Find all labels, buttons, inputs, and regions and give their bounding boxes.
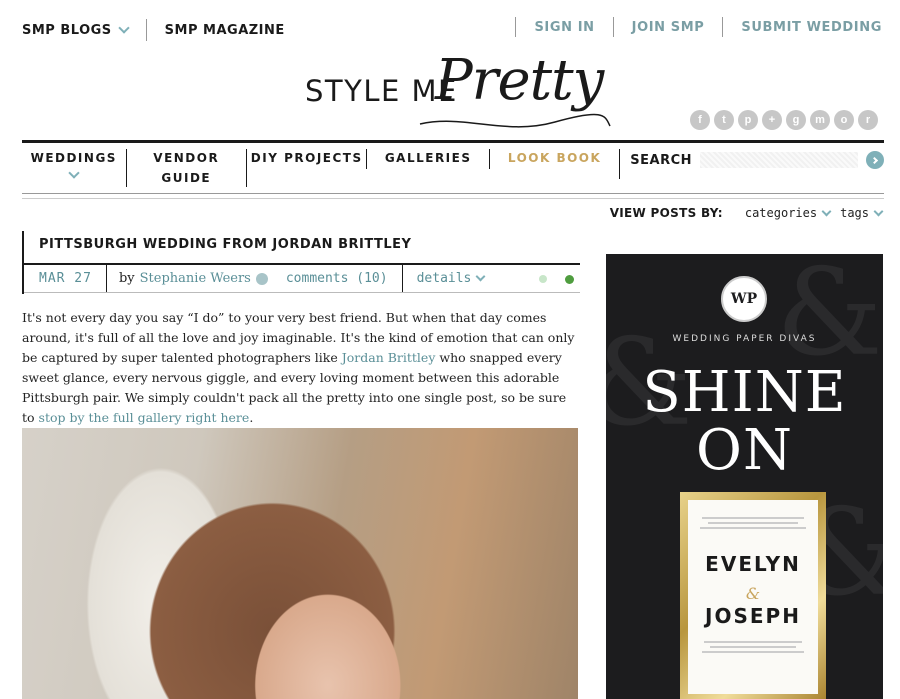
divider [722, 17, 724, 37]
instagram-icon[interactable]: o [834, 110, 854, 130]
post-title[interactable]: PITTSBURGH WEDDING FROM JORDAN BRITTLEY [39, 237, 411, 252]
tags-label: tags [840, 206, 869, 220]
nav-bottom-rule [22, 193, 884, 194]
arrow-right-icon [870, 156, 878, 164]
tags-dropdown[interactable]: tags [840, 206, 884, 220]
ad-headline-line2: ON [696, 418, 793, 483]
ad-card-ampersand: & [745, 584, 761, 603]
top-right-links: SIGN IN JOIN SMP SUBMIT WEDDING [515, 17, 882, 37]
logo-flourish-icon [419, 113, 611, 128]
plus-icon[interactable]: + [762, 110, 782, 130]
search-label: SEARCH [630, 152, 693, 168]
chevron-down-icon [118, 22, 130, 34]
ad-card-inner: EVELYN & JOSEPH [688, 500, 818, 694]
details-dropdown[interactable]: details [403, 271, 486, 286]
twitter-icon[interactable]: t [714, 110, 734, 130]
site-logo[interactable]: STYLE ME Pretty [305, 48, 611, 140]
full-gallery-link[interactable]: stop by the full gallery right here [39, 410, 250, 425]
search-box: SEARCH [620, 143, 885, 169]
smp-blogs-label: SMP BLOGS [22, 22, 112, 38]
smp-blogs-dropdown[interactable]: SMP BLOGS [22, 22, 130, 38]
ad-headline-line1: SHINE [642, 360, 847, 425]
meta-bottom-rule [24, 292, 580, 293]
divider [612, 17, 614, 37]
comments-link[interactable]: comments (10) [286, 271, 402, 286]
photographer-link[interactable]: Jordan Brittley [342, 350, 436, 365]
search-input[interactable] [700, 152, 859, 168]
social-icons: f t p + g m o r [690, 110, 878, 130]
details-label: details [416, 271, 472, 286]
ad-card-fine-print-icon [696, 514, 810, 532]
sign-in-link[interactable]: SIGN IN [534, 20, 594, 35]
nav-vendor-label: VENDOR [153, 151, 220, 165]
join-smp-link[interactable]: JOIN SMP [632, 20, 705, 35]
nav-galleries[interactable]: GALLERIES [367, 143, 488, 187]
smp-magazine-link[interactable]: SMP MAGAZINE [165, 23, 285, 38]
ad-card-fine-print-icon [696, 638, 810, 656]
divider [515, 17, 517, 37]
nav-bottom-rule-2 [22, 198, 884, 199]
google-plus-icon[interactable]: g [786, 110, 806, 130]
top-left-links: SMP BLOGS SMP MAGAZINE [22, 19, 285, 41]
ad-brand-logo: WP [721, 276, 767, 322]
nav-look-book[interactable]: LOOK BOOK [490, 143, 619, 187]
nav-weddings-label: WEDDINGS [30, 151, 117, 165]
search-submit-button[interactable] [866, 151, 885, 169]
sidebar-ad[interactable]: & & & WP WEDDING PAPER DIVAS SHINE ON EV… [606, 254, 883, 699]
categories-dropdown[interactable]: categories [744, 206, 832, 220]
dot-green-icon [565, 275, 574, 284]
post-body-text-3: . [249, 410, 254, 425]
post-body: It's not every day you say “I do” to you… [22, 308, 580, 428]
globe-icon[interactable] [255, 272, 268, 285]
post-header: PITTSBURGH WEDDING FROM JORDAN BRITTLEY … [22, 231, 580, 294]
categories-label: categories [744, 206, 818, 220]
ad-brand-name: WEDDING PAPER DIVAS [672, 334, 817, 344]
post-date: MAR 27 [39, 271, 92, 286]
dot-light-icon [539, 275, 547, 283]
logo-text-pretty: Pretty [435, 48, 604, 113]
nav-guide-label: GUIDE [161, 171, 212, 185]
submit-wedding-link[interactable]: SUBMIT WEDDING [741, 20, 882, 35]
nav-vendor-guide[interactable]: VENDOR GUIDE [127, 143, 246, 187]
ad-invitation-card: EVELYN & JOSEPH [680, 492, 826, 699]
post-meta: MAR 27 by Stephanie Weers comments (10) … [24, 265, 580, 292]
post-photo[interactable] [22, 428, 578, 699]
facebook-icon[interactable]: f [690, 110, 710, 130]
chevron-down-icon [68, 167, 80, 179]
nav-weddings[interactable]: WEDDINGS [22, 143, 126, 187]
chevron-down-icon [475, 271, 486, 282]
ad-card-name-2: JOSEPH [705, 604, 801, 628]
chevron-down-icon [821, 206, 832, 216]
chevron-down-icon [873, 206, 884, 216]
email-icon[interactable]: m [810, 110, 830, 130]
view-posts-by: VIEW POSTS BY: categories tags [609, 206, 884, 220]
pinterest-icon[interactable]: p [738, 110, 758, 130]
divider [145, 19, 147, 41]
author-link[interactable]: Stephanie Weers [140, 271, 251, 286]
view-posts-label: VIEW POSTS BY: [609, 206, 723, 220]
ad-headline: SHINE ON [606, 364, 883, 480]
main-nav: WEDDINGS VENDOR GUIDE DIY PROJECTS GALLE… [22, 143, 885, 191]
rss-icon[interactable]: r [858, 110, 878, 130]
by-label: by [118, 271, 135, 286]
nav-diy-projects[interactable]: DIY PROJECTS [247, 143, 366, 187]
ad-card-name-1: EVELYN [705, 552, 801, 576]
